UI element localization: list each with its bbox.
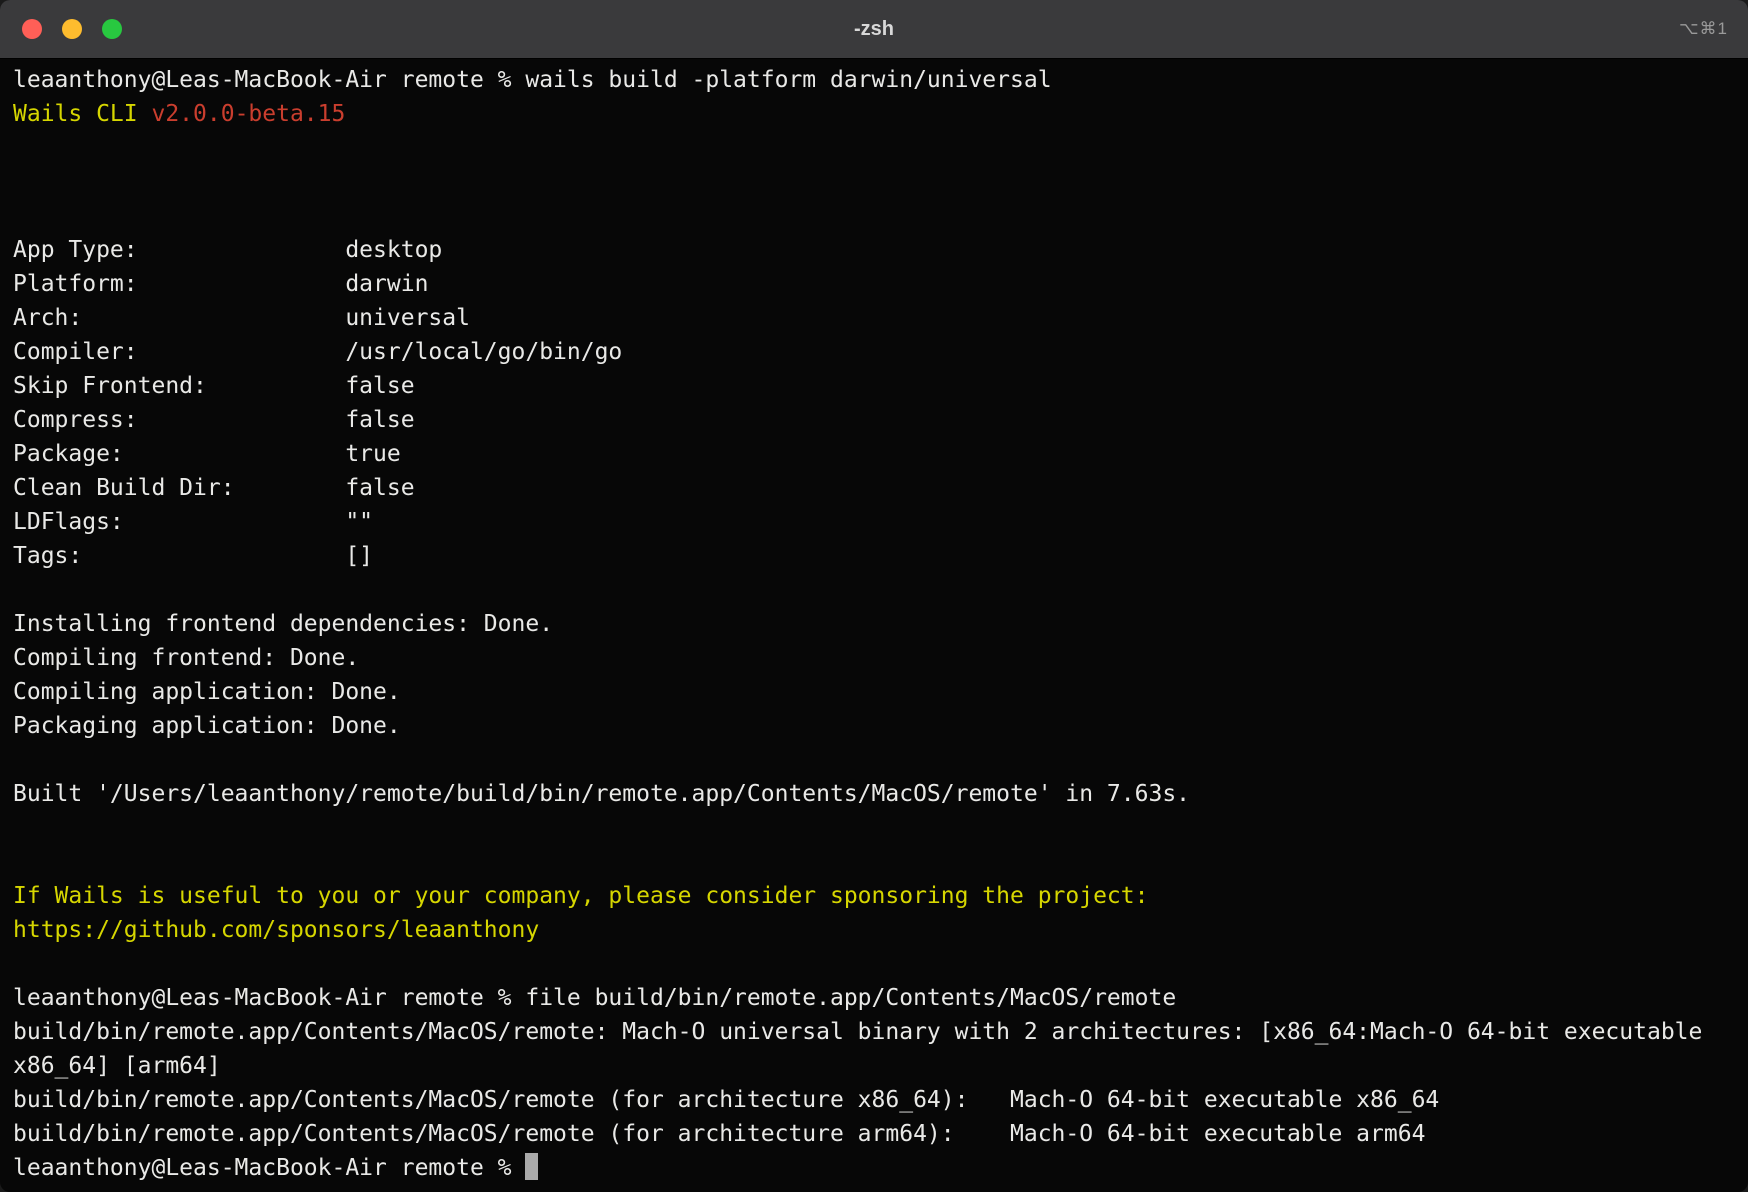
terminal-cursor [525, 1153, 538, 1180]
terminal-line: Compiling application: Done. [13, 675, 1735, 709]
terminal-line [13, 947, 1735, 981]
terminal-text: If Wails is useful to you or your compan… [13, 883, 1148, 909]
terminal-line: Packaging application: Done. [13, 709, 1735, 743]
window-shortcut-badge: ⌥⌘1 [1679, 19, 1748, 39]
terminal-text: https://github.com/sponsors/leaanthony [13, 917, 539, 943]
terminal-text: Tags: [] [13, 543, 373, 569]
terminal-line: Platform: darwin [13, 267, 1735, 301]
terminal-text: build/bin/remote.app/Contents/MacOS/remo… [13, 1087, 1439, 1113]
terminal-text: Clean Build Dir: false [13, 475, 415, 501]
terminal-line: Package: true [13, 437, 1735, 471]
terminal-line: build/bin/remote.app/Contents/MacOS/remo… [13, 1083, 1735, 1117]
terminal-line [13, 573, 1735, 607]
terminal-output[interactable]: leaanthony@Leas-MacBook-Air remote % wai… [0, 59, 1748, 1192]
terminal-line: LDFlags: "" [13, 505, 1735, 539]
terminal-text: leaanthony@Leas-MacBook-Air remote % wai… [13, 67, 1052, 93]
terminal-text: v2.0.0-beta.15 [151, 101, 345, 127]
terminal-text: Installing frontend dependencies: Done. [13, 611, 553, 637]
terminal-line: Compiler: /usr/local/go/bin/go [13, 335, 1735, 369]
terminal-line: Wails CLI v2.0.0-beta.15 [13, 97, 1735, 131]
terminal-text: leaanthony@Leas-MacBook-Air remote % [13, 1155, 525, 1181]
terminal-line: Skip Frontend: false [13, 369, 1735, 403]
terminal-text: App Type: desktop [13, 237, 442, 263]
terminal-text: x86_64] [arm64] [13, 1053, 221, 1079]
terminal-line: build/bin/remote.app/Contents/MacOS/remo… [13, 1117, 1735, 1151]
terminal-text: Wails CLI [13, 101, 151, 127]
terminal-line: Compress: false [13, 403, 1735, 437]
terminal-line [13, 845, 1735, 879]
window-title: -zsh [0, 0, 1748, 58]
terminal-line: If Wails is useful to you or your compan… [13, 879, 1735, 913]
terminal-text: Package: true [13, 441, 401, 467]
terminal-text: build/bin/remote.app/Contents/MacOS/remo… [13, 1019, 1702, 1045]
terminal-line [13, 743, 1735, 777]
terminal-text: leaanthony@Leas-MacBook-Air remote % fil… [13, 985, 1176, 1011]
zoom-button[interactable] [102, 19, 122, 39]
terminal-line: leaanthony@Leas-MacBook-Air remote % wai… [13, 63, 1735, 97]
titlebar[interactable]: -zsh ⌥⌘1 [0, 0, 1748, 59]
terminal-line: x86_64] [arm64] [13, 1049, 1735, 1083]
traffic-lights [0, 19, 122, 39]
terminal-line: build/bin/remote.app/Contents/MacOS/remo… [13, 1015, 1735, 1049]
terminal-text: Skip Frontend: false [13, 373, 415, 399]
terminal-line: Installing frontend dependencies: Done. [13, 607, 1735, 641]
terminal-text: Compiling application: Done. [13, 679, 401, 705]
terminal-line [13, 165, 1735, 199]
terminal-line: Arch: universal [13, 301, 1735, 335]
terminal-line: https://github.com/sponsors/leaanthony [13, 913, 1735, 947]
terminal-line: Built '/Users/leaanthony/remote/build/bi… [13, 777, 1735, 811]
terminal-text: Packaging application: Done. [13, 713, 401, 739]
terminal-line: leaanthony@Leas-MacBook-Air remote % fil… [13, 981, 1735, 1015]
terminal-window: -zsh ⌥⌘1 leaanthony@Leas-MacBook-Air rem… [0, 0, 1748, 1192]
terminal-line [13, 131, 1735, 165]
minimize-button[interactable] [62, 19, 82, 39]
terminal-line: Clean Build Dir: false [13, 471, 1735, 505]
terminal-line: App Type: desktop [13, 233, 1735, 267]
terminal-text: Built '/Users/leaanthony/remote/build/bi… [13, 781, 1190, 807]
terminal-line [13, 199, 1735, 233]
terminal-text: Platform: darwin [13, 271, 428, 297]
terminal-line: Tags: [] [13, 539, 1735, 573]
terminal-text: build/bin/remote.app/Contents/MacOS/remo… [13, 1121, 1425, 1147]
terminal-text: Compiling frontend: Done. [13, 645, 359, 671]
terminal-line: leaanthony@Leas-MacBook-Air remote % [13, 1151, 1735, 1185]
terminal-text: Compress: false [13, 407, 415, 433]
terminal-line [13, 811, 1735, 845]
terminal-text: LDFlags: "" [13, 509, 373, 535]
terminal-line: Compiling frontend: Done. [13, 641, 1735, 675]
close-button[interactable] [22, 19, 42, 39]
terminal-text: Arch: universal [13, 305, 470, 331]
terminal-text: Compiler: /usr/local/go/bin/go [13, 339, 622, 365]
